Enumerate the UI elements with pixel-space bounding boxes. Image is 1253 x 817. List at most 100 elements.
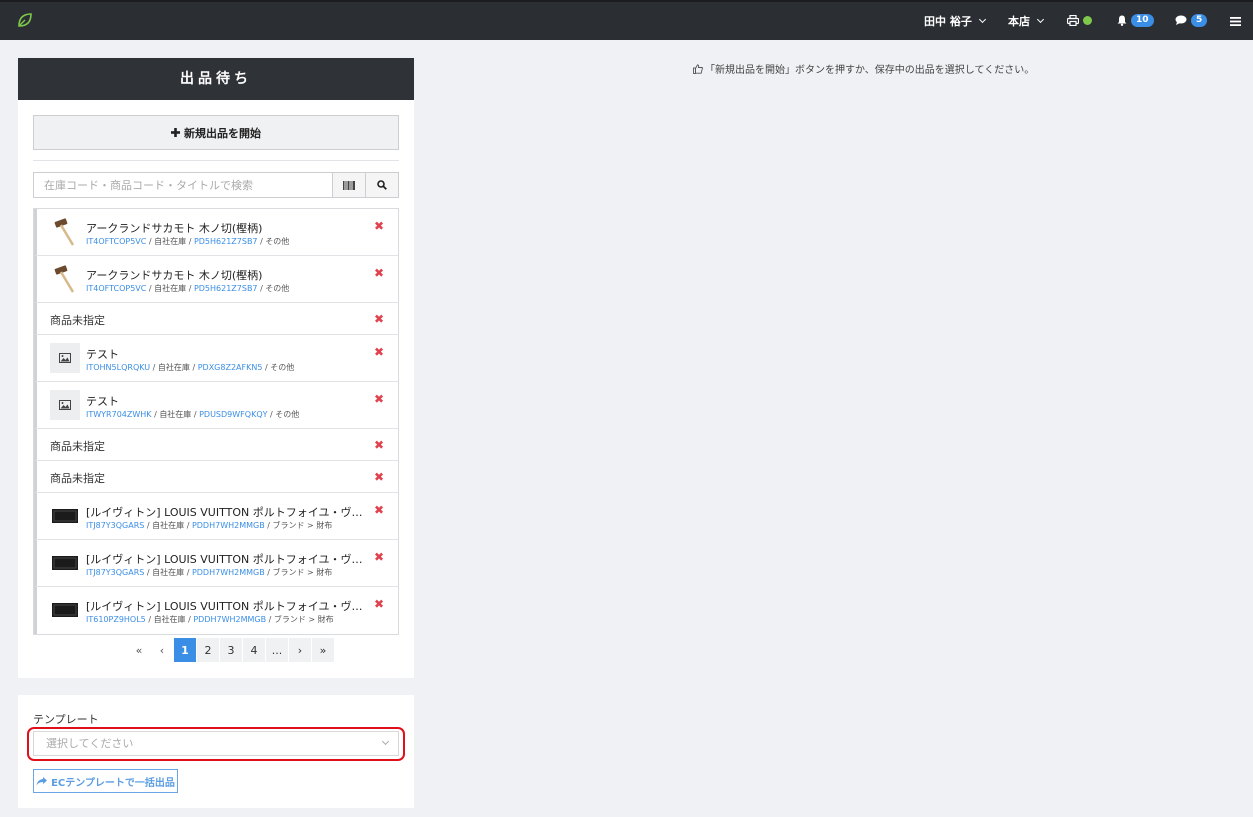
first-page-button[interactable]: « [128,638,150,662]
next-page-button[interactable]: › [289,638,311,662]
start-new-listing-button[interactable]: 新規出品を開始 [33,115,399,150]
printer-icon [1067,15,1079,26]
bell-icon [1117,15,1127,26]
list-item[interactable]: テスト ITWYR704ZWHK / 自社在庫 / PDUSD9WFQKQY /… [34,382,398,429]
item-title: アークランドサカモト 木ノ切(樫柄) [86,269,263,282]
bulk-list-ec-template-label: ECテンプレートで一括出品 [51,777,175,789]
product-thumbnail [50,548,80,578]
stock-location: 自社在庫 [157,363,190,372]
notifications-button[interactable]: 10 [1117,14,1154,27]
chevron-down-icon [381,737,390,746]
item-category: その他 [275,410,300,419]
list-item[interactable]: [ルイヴィトン] LOUIS VUITTON ポルトフォイユ・ヴィクトリーヌ 三… [34,587,398,634]
page-button[interactable]: 2 [197,638,219,662]
product-code-link[interactable]: PD5H621Z7SB7 [194,237,258,246]
item-category: ブランド > 財布 [273,615,334,624]
page-button[interactable]: 4 [243,638,265,662]
close-icon[interactable]: ✖ [374,470,384,484]
list-item[interactable]: 商品未指定 ✖ [34,461,398,493]
close-icon[interactable]: ✖ [374,503,384,517]
share-icon [36,776,48,785]
search-input[interactable] [33,172,333,198]
stock-code-link[interactable]: ITOHN5LQRQKU [86,363,150,372]
stock-location: 自社在庫 [153,615,186,624]
product-code-link[interactable]: PD5H621Z7SB7 [194,284,258,293]
last-page-button[interactable]: » [312,638,334,662]
wallet-image [52,509,78,523]
thumbs-up-icon [693,63,703,74]
list-item[interactable]: 商品未指定 ✖ [34,429,398,461]
item-title: [ルイヴィトン] LOUIS VUITTON ポルトフォイユ・ヴィクトリーヌ 三… [86,506,370,519]
page-button[interactable]: 3 [220,638,242,662]
close-icon[interactable]: ✖ [374,345,384,359]
product-thumbnail [50,595,80,625]
item-title: アークランドサカモト 木ノ切(樫柄) [86,222,263,235]
search-bar [33,172,399,198]
bulk-list-ec-template-button[interactable]: ECテンプレートで一括出品 [33,769,178,793]
image-placeholder [50,390,80,420]
stock-location: 自社在庫 [154,237,187,246]
close-icon[interactable]: ✖ [374,219,384,233]
search-button[interactable] [366,172,399,198]
pending-listings-panel: 出品待ち 新規出品を開始 在庫コード・商品コード・タイトルで検索 アークランドサ… [18,58,414,678]
stock-code-link[interactable]: ITJ87Y3QGARS [86,568,144,577]
stock-location: 自社在庫 [159,410,192,419]
stock-code-link[interactable]: ITWYR704ZWHK [86,410,152,419]
printer-status[interactable] [1067,15,1092,26]
chevron-down-icon [978,15,986,24]
prev-page-button[interactable]: ‹ [151,638,173,662]
item-meta: ITWYR704ZWHK / 自社在庫 / PDUSD9WFQKQY / その他 [86,410,300,419]
divider [33,160,399,161]
stock-code-link[interactable]: IT610PZ9HOL5 [86,615,146,624]
hammer-image [54,265,75,293]
start-new-listing-label: 新規出品を開始 [184,126,261,140]
unspecified-product-label: 商品未指定 [50,472,105,485]
template-select[interactable]: 選択してください [33,731,399,756]
close-icon[interactable]: ✖ [374,438,384,452]
list-item[interactable]: [ルイヴィトン] LOUIS VUITTON ポルトフォイユ・ヴィクトリーヌ 三… [34,493,398,540]
product-thumbnail [50,264,80,294]
stock-code-link[interactable]: ITJ87Y3QGARS [86,521,144,530]
user-menu[interactable]: 田中 裕子 [924,13,986,29]
product-code-link[interactable]: PDDH7WH2MMGB [193,615,266,624]
messages-button[interactable]: 5 [1175,14,1208,27]
hamburger-icon[interactable] [1230,17,1241,26]
close-icon[interactable]: ✖ [374,550,384,564]
template-select-placeholder: 選択してください [46,737,134,750]
store-menu[interactable]: 本店 [1008,13,1045,29]
search-icon [377,180,387,190]
stock-location: 自社在庫 [154,284,187,293]
barcode-scan-button[interactable] [333,172,366,198]
wallet-image [52,603,78,617]
item-title: [ルイヴィトン] LOUIS VUITTON ポルトフォイユ・ヴィクトリーヌ 三… [86,553,370,566]
item-title: [ルイヴィトン] LOUIS VUITTON ポルトフォイユ・ヴィクトリーヌ 三… [86,600,370,613]
stock-location: 自社在庫 [152,521,185,530]
item-title: テスト [86,348,119,361]
list-item[interactable]: アークランドサカモト 木ノ切(樫柄) IT4OFTCOP5VC / 自社在庫 /… [34,256,398,303]
product-code-link[interactable]: PDDH7WH2MMGB [192,568,265,577]
pending-listing-list: アークランドサカモト 木ノ切(樫柄) IT4OFTCOP5VC / 自社在庫 /… [33,208,399,635]
page-ellipsis: ... [266,638,288,662]
close-icon[interactable]: ✖ [374,392,384,406]
user-name: 田中 裕子 [924,15,972,28]
list-item[interactable]: [ルイヴィトン] LOUIS VUITTON ポルトフォイユ・ヴィクトリーヌ 三… [34,540,398,587]
close-icon[interactable]: ✖ [374,597,384,611]
close-icon[interactable]: ✖ [374,312,384,326]
product-code-link[interactable]: PDDH7WH2MMGB [192,521,265,530]
close-icon[interactable]: ✖ [374,266,384,280]
panel-title: 出品待ち [18,58,414,100]
product-code-link[interactable]: PDUSD9WFQKQY [199,410,267,419]
item-title: テスト [86,395,119,408]
list-item[interactable]: アークランドサカモト 木ノ切(樫柄) IT4OFTCOP5VC / 自社在庫 /… [34,209,398,256]
item-meta: IT610PZ9HOL5 / 自社在庫 / PDDH7WH2MMGB / ブラン… [86,615,334,624]
list-item[interactable]: テスト ITOHN5LQRQKU / 自社在庫 / PDXG8Z2AFKN5 /… [34,335,398,382]
stock-code-link[interactable]: IT4OFTCOP5VC [86,284,146,293]
leaf-icon[interactable] [16,11,34,29]
page-button[interactable]: 1 [174,638,196,662]
product-thumbnail [50,501,80,531]
stock-code-link[interactable]: IT4OFTCOP5VC [86,237,146,246]
store-name: 本店 [1008,15,1030,28]
chevron-down-icon [1036,15,1045,24]
list-item[interactable]: 商品未指定 ✖ [34,303,398,335]
product-code-link[interactable]: PDXG8Z2AFKN5 [198,363,263,372]
